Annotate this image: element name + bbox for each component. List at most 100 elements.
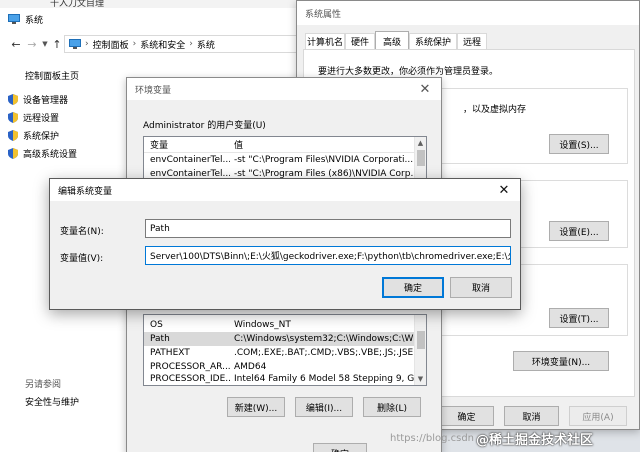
tab-computer-name[interactable]: 计算机名: [305, 33, 345, 49]
system-window-title: 系统: [25, 15, 44, 26]
variable-value-text: Server\100\DTS\Binn\;E:\火狐\geckodriver.e…: [150, 252, 511, 262]
partial-top-text: 十入刀文目理: [50, 0, 105, 8]
env-vars-titlebar: 环境变量: [127, 78, 441, 100]
sidebar-item-remote-settings[interactable]: 远程设置: [8, 111, 59, 124]
see-also-heading: 另请参阅: [25, 380, 62, 390]
table-row[interactable]: PROCESSOR_AR... AMD64: [144, 360, 426, 374]
sidebar-item-advanced-settings[interactable]: 高级系统设置: [8, 147, 77, 160]
scroll-down-icon[interactable]: ▼: [415, 373, 426, 385]
breadcrumb-item-system-security[interactable]: 系统和安全: [140, 38, 185, 51]
row-variable-name: PATHEXT: [150, 348, 190, 358]
new-variable-button[interactable]: 新建(W)...: [227, 397, 285, 417]
shield-icon: [8, 94, 18, 105]
tab-label: 硬件: [350, 38, 369, 48]
table-row[interactable]: PATHEXT .COM;.EXE;.BAT;.CMD;.VBS;.VBE;.J…: [144, 346, 426, 360]
tab-label: 远程: [462, 38, 481, 48]
watermark: https://blog.csdn @稀土掘金技术社区: [390, 428, 640, 448]
edit-dialog-cancel-button[interactable]: 取消: [450, 277, 512, 298]
sidebar-home-link[interactable]: 控制面板主页: [25, 69, 79, 82]
close-icon[interactable]: ✕: [409, 78, 441, 100]
row-variable-value: .COM;.EXE;.BAT;.CMD;.VBS;.VBE;.JS;.JSE;.…: [234, 348, 425, 358]
userprofile-settings-button[interactable]: 设置(E)...: [549, 221, 609, 241]
breadcrumb-item-system[interactable]: 系统: [197, 38, 215, 51]
shield-icon: [8, 148, 18, 159]
variable-name-field[interactable]: Path: [145, 219, 511, 238]
system-window-icon: [8, 14, 20, 24]
environment-variables-button[interactable]: 环境变量(N)...: [513, 351, 609, 371]
system-window-partial-top: 十入刀文目理: [0, 0, 300, 8]
shield-icon: [8, 112, 18, 123]
tab-label: 计算机名: [306, 38, 343, 48]
column-header-value[interactable]: 值: [230, 138, 426, 151]
performance-settings-button[interactable]: 设置(S)...: [549, 134, 609, 154]
user-vars-scrollbar[interactable]: ▲: [414, 137, 426, 179]
row-variable-name: PROCESSOR_AR...: [150, 362, 230, 372]
address-computer-icon: [69, 39, 81, 49]
table-row[interactable]: PROCESSOR_IDE... Intel64 Family 6 Model …: [144, 374, 426, 384]
performance-description: ，以及虚拟内存: [463, 105, 527, 115]
forward-arrow-icon[interactable]: →: [24, 38, 40, 51]
scroll-up-icon[interactable]: ▲: [415, 137, 426, 149]
sidebar-item-system-protection[interactable]: 系统保护: [8, 129, 59, 142]
user-vars-table: 变量 值 envContainerTel... -st "C:\Program …: [143, 136, 427, 180]
user-vars-label: Administrator 的用户变量(U): [143, 121, 266, 131]
system-titlebar: 系统: [0, 8, 330, 30]
tab-system-protection[interactable]: 系统保护: [409, 33, 457, 49]
sidebar-item-label: 设备管理器: [23, 96, 69, 106]
variable-name-value: Path: [150, 223, 170, 234]
address-bar[interactable]: › 控制面板 › 系统和安全 › 系统: [64, 35, 324, 53]
sidebar-item-label: 远程设置: [23, 114, 60, 124]
breadcrumb-chevron-icon: ›: [85, 39, 89, 49]
row-variable-name: PROCESSOR_IDE...: [150, 374, 230, 384]
table-row-selected[interactable]: Path C:\Windows\system32;C:\Windows;C:\W…: [144, 332, 426, 346]
tab-advanced[interactable]: 高级: [375, 31, 409, 50]
edit-dialog-titlebar: 编辑系统变量: [50, 179, 520, 201]
scroll-thumb[interactable]: [417, 331, 425, 349]
system-vars-scrollbar[interactable]: ▼: [414, 315, 426, 385]
watermark-url: https://blog.csdn: [390, 432, 475, 444]
user-vars-header: 变量 值: [144, 137, 426, 153]
table-row[interactable]: OS Windows_NT: [144, 318, 426, 332]
system-properties-title: 系统属性: [305, 9, 342, 20]
env-vars-ok-button[interactable]: 确定: [313, 443, 367, 452]
startup-settings-button[interactable]: 设置(T)...: [549, 308, 609, 328]
see-also-security-maintenance[interactable]: 安全性与维护: [25, 395, 79, 408]
row-variable-value: Windows_NT: [234, 320, 291, 330]
breadcrumb-item-control-panel[interactable]: 控制面板: [93, 38, 129, 51]
tab-label: 系统保护: [414, 38, 451, 48]
tab-hardware[interactable]: 硬件: [345, 33, 375, 49]
row-variable-name: envContainerTel...: [150, 155, 230, 165]
variable-name-label: 变量名(N):: [60, 227, 104, 237]
tab-remote[interactable]: 远程: [457, 33, 487, 49]
sidebar-item-device-manager[interactable]: 设备管理器: [8, 93, 68, 106]
row-variable-value: Intel64 Family 6 Model 58 Stepping 9, G.…: [234, 374, 423, 384]
watermark-site: @稀土掘金技术社区: [476, 432, 594, 448]
env-vars-title: 环境变量: [135, 85, 172, 96]
edit-dialog-title: 编辑系统变量: [58, 186, 113, 197]
row-variable-name: OS: [150, 320, 163, 330]
system-properties-titlebar: 系统属性: [297, 1, 639, 25]
breadcrumb-chevron-icon: ›: [189, 39, 193, 49]
column-header-variable[interactable]: 变量: [144, 138, 230, 151]
system-properties-cancel-button[interactable]: 取消: [504, 406, 559, 426]
address-bar-row: ← → ▼ ↑ › 控制面板 › 系统和安全 › 系统: [0, 33, 330, 55]
variable-value-label: 变量值(V):: [60, 254, 104, 264]
recent-dropdown-icon[interactable]: ▼: [40, 40, 50, 48]
table-row[interactable]: envContainerTel... -st "C:\Program Files…: [144, 153, 426, 167]
system-properties-ok-button[interactable]: 确定: [439, 406, 494, 426]
row-variable-value: AMD64: [234, 362, 267, 372]
edit-variable-button[interactable]: 编辑(I)...: [295, 397, 353, 417]
shield-icon: [8, 130, 18, 141]
row-variable-name: Path: [150, 334, 170, 344]
edit-dialog-ok-button[interactable]: 确定: [382, 277, 444, 298]
up-arrow-icon[interactable]: ↑: [50, 38, 64, 51]
back-arrow-icon[interactable]: ←: [8, 38, 24, 51]
variable-value-field[interactable]: Server\100\DTS\Binn\;E:\火狐\geckodriver.e…: [145, 246, 511, 265]
system-properties-apply-button[interactable]: 应用(A): [569, 406, 627, 426]
scroll-thumb[interactable]: [417, 150, 425, 166]
close-icon[interactable]: ✕: [488, 179, 520, 201]
row-variable-value: -st "C:\Program Files\NVIDIA Corporati..…: [234, 155, 414, 165]
tab-label: 高级: [382, 37, 401, 48]
edit-variable-dialog: 编辑系统变量 ✕ 变量名(N): Path 变量值(V): Server\100…: [49, 178, 521, 310]
delete-variable-button[interactable]: 删除(L): [363, 397, 421, 417]
